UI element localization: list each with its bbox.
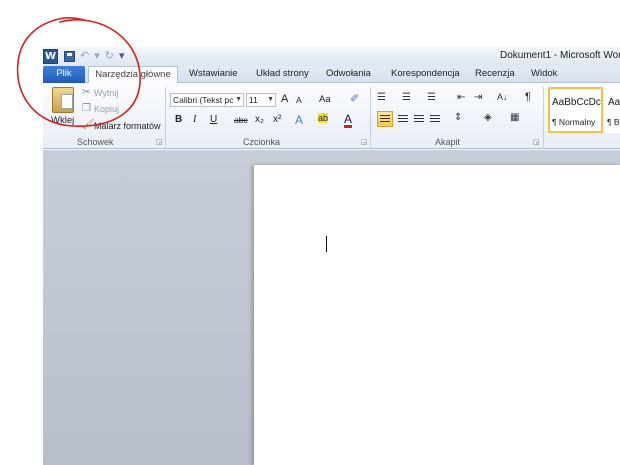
text-cursor xyxy=(326,236,327,252)
format-painter-icon[interactable]: 🖌 xyxy=(82,119,95,130)
style-no-spacing-sample: Aa xyxy=(608,97,620,108)
group-label-font: Czcionka xyxy=(243,137,281,147)
word-logo-icon[interactable]: W xyxy=(43,49,58,64)
grow-font-button[interactable]: A xyxy=(281,93,288,105)
bullets-icon[interactable]: ☰ xyxy=(377,92,386,103)
tab-home[interactable]: Narzędzia główne xyxy=(88,66,178,84)
copy-icon[interactable]: ❐ xyxy=(82,103,91,114)
style-normal-label: ¶ Normalny xyxy=(552,117,596,127)
window-title: Dokument1 - Microsoft Word xyxy=(500,50,620,61)
divider xyxy=(165,87,166,147)
shrink-font-button[interactable]: A xyxy=(296,95,302,105)
text-effects-button[interactable]: A xyxy=(295,113,303,127)
italic-button[interactable]: I xyxy=(193,114,196,125)
change-case-button[interactable]: Aa xyxy=(319,94,331,105)
document-area xyxy=(43,150,620,465)
group-label-clipboard: Schowek xyxy=(77,137,114,147)
undo-dropdown-icon[interactable]: ▾ xyxy=(94,49,100,64)
copy-button[interactable]: Kopiuj xyxy=(94,104,119,114)
superscript-button[interactable]: x² xyxy=(273,114,281,125)
shading-icon[interactable]: ◈ xyxy=(484,112,492,123)
clipboard-launcher-icon[interactable]: ◲ xyxy=(156,138,163,146)
tab-mailings[interactable]: Korespondencja xyxy=(391,66,460,83)
sort-button[interactable]: A↓ xyxy=(497,92,508,102)
save-icon[interactable] xyxy=(64,51,75,62)
justify-icon[interactable] xyxy=(430,115,440,123)
font-size-combo[interactable]: 11 ▼ xyxy=(246,93,276,107)
tab-review[interactable]: Recenzja xyxy=(475,66,515,83)
word-window: W ↶ ▾ ↻ ▾ Dokument1 - Microsoft Word Pli… xyxy=(0,0,620,465)
divider xyxy=(370,87,371,147)
align-center-icon[interactable] xyxy=(398,115,408,123)
tab-references[interactable]: Odwołania xyxy=(326,66,371,83)
bold-button[interactable]: B xyxy=(175,114,182,125)
font-launcher-icon[interactable]: ◲ xyxy=(361,138,368,146)
style-no-spacing-label: ¶ B xyxy=(607,117,620,127)
style-no-spacing[interactable]: Aa ¶ B xyxy=(605,89,620,133)
line-spacing-icon[interactable]: ⇕ xyxy=(454,112,462,123)
font-size-value: 11 xyxy=(249,95,258,105)
align-right-icon[interactable] xyxy=(414,115,424,123)
ribbon: Wklej ✂ Wytnij ❐ Kopiuj 🖌 Malarz formató… xyxy=(43,83,620,149)
undo-icon[interactable]: ↶ xyxy=(80,49,89,64)
paragraph-launcher-icon[interactable]: ◲ xyxy=(533,138,540,146)
cut-button[interactable]: Wytnij xyxy=(94,88,118,98)
font-name-value: Calibri (Tekst pc xyxy=(173,95,234,105)
quick-access-toolbar: W ↶ ▾ ↻ ▾ xyxy=(43,48,125,65)
group-label-paragraph: Akapit xyxy=(435,137,461,147)
show-marks-button[interactable]: ¶ xyxy=(525,91,531,103)
tab-insert[interactable]: Wstawianie xyxy=(189,66,238,83)
tab-file[interactable]: Plik xyxy=(43,66,85,83)
chevron-down-icon: ▼ xyxy=(267,96,274,103)
ribbon-tabs: Plik Narzędzia główne Wstawianie Układ s… xyxy=(43,66,620,84)
numbering-icon[interactable]: ☰ xyxy=(402,92,411,103)
tab-view[interactable]: Widok xyxy=(531,66,557,83)
chevron-down-icon: ▼ xyxy=(235,96,242,103)
redo-icon[interactable]: ↻ xyxy=(105,49,114,64)
clear-formatting-icon[interactable]: ✐ xyxy=(350,92,359,105)
decrease-indent-icon[interactable]: ⇤ xyxy=(457,92,465,103)
style-normal-sample: AaBbCcDc xyxy=(552,97,601,108)
highlight-button[interactable]: ab xyxy=(318,113,329,123)
borders-icon[interactable]: ▦ xyxy=(510,112,519,123)
underline-button[interactable]: U xyxy=(210,114,217,125)
tab-page-layout[interactable]: Układ strony xyxy=(256,66,309,83)
paste-icon[interactable] xyxy=(52,87,74,113)
divider xyxy=(543,87,544,147)
title-bar: W ↶ ▾ ↻ ▾ Dokument1 - Microsoft Word xyxy=(43,47,620,66)
increase-indent-icon[interactable]: ⇥ xyxy=(474,92,482,103)
font-color-button[interactable]: A xyxy=(344,113,353,128)
align-left-button[interactable] xyxy=(377,111,393,127)
style-normal[interactable]: AaBbCcDc ¶ Normalny xyxy=(548,87,603,133)
font-name-combo[interactable]: Calibri (Tekst pc ▼ xyxy=(170,93,244,107)
multilevel-list-icon[interactable]: ☰ xyxy=(427,92,436,103)
strikethrough-button[interactable]: abc xyxy=(234,115,248,125)
paste-button[interactable]: Wklej xyxy=(51,115,74,126)
subscript-button[interactable]: x₂ xyxy=(255,114,264,125)
document-page[interactable] xyxy=(254,165,620,465)
align-left-icon xyxy=(380,115,390,123)
customize-toolbar-icon[interactable]: ▾ xyxy=(119,49,125,64)
cut-icon[interactable]: ✂ xyxy=(82,87,90,98)
format-painter-button[interactable]: Malarz formatów xyxy=(94,121,161,131)
